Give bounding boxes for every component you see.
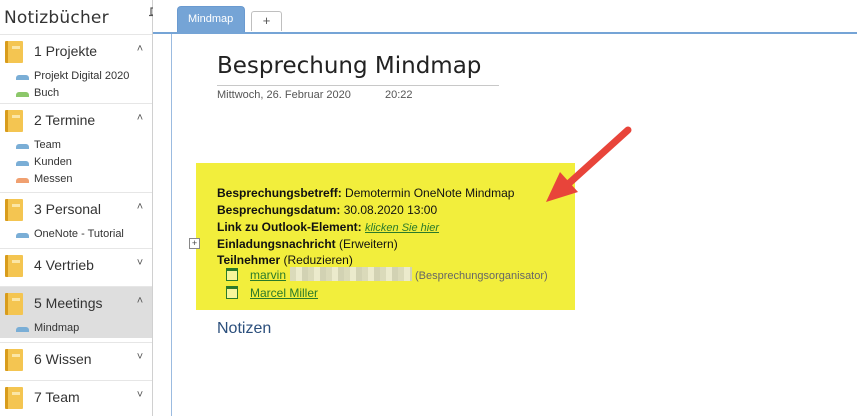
redacted-email — [290, 267, 412, 281]
chevron-up-icon[interactable]: ˄ — [134, 43, 146, 55]
section-tab-icon — [16, 161, 29, 166]
section-tab-icon — [16, 327, 29, 332]
section-tab-bar: Mindmap + — [153, 0, 857, 34]
meeting-subject-label: Besprechungsbetreff: — [217, 186, 342, 200]
notebook-termine[interactable]: 2 Termine ˄ — [0, 103, 152, 138]
chevron-down-icon[interactable]: ˅ — [134, 257, 146, 269]
meeting-participants-action[interactable]: (Reduzieren) — [283, 253, 352, 267]
meeting-invite-action[interactable]: (Erweitern) — [339, 237, 398, 251]
notebook-projekte[interactable]: 1 Projekte ˄ — [0, 34, 152, 69]
section-label: Projekt Digital 2020 — [34, 70, 130, 82]
section-label: Mindmap — [34, 322, 80, 334]
notes-heading[interactable]: Notizen — [217, 320, 271, 338]
notebook-icon — [5, 110, 23, 132]
expand-icon[interactable]: + — [189, 238, 200, 249]
chevron-up-icon[interactable]: ˄ — [134, 295, 146, 307]
sidebar-header: Notizbücher — [0, 0, 152, 34]
participant-name[interactable]: Marcel Miller — [250, 286, 318, 300]
notebook-icon — [5, 255, 23, 277]
notebook-group-personal: 3 Personal ˄ OneNote - Tutorial — [0, 192, 152, 244]
notebook-group-termine: 2 Termine ˄ Team Kunden Messen — [0, 103, 152, 189]
tab-mindmap[interactable]: Mindmap — [177, 6, 245, 32]
section-mindmap[interactable]: Mindmap — [0, 321, 152, 338]
notebook-icon — [5, 293, 23, 315]
page-date: Mittwoch, 26. Februar 2020 — [217, 89, 351, 101]
section-onenote-tutorial[interactable]: OneNote - Tutorial — [0, 227, 152, 244]
tab-label: Mindmap — [188, 13, 234, 25]
notebook-icon — [5, 349, 23, 371]
participant-role: (Besprechungsorganisator) — [415, 270, 548, 282]
notebook-vertrieb[interactable]: 4 Vertrieb ˅ — [0, 248, 152, 283]
meeting-date-line: Besprechungsdatum: 30.08.2020 13:00 — [217, 203, 437, 217]
chevron-down-icon[interactable]: ˅ — [134, 389, 146, 401]
page-title[interactable]: Besprechung Mindmap — [217, 53, 481, 79]
notebook-group-meetings: 5 Meetings ˄ Mindmap — [0, 286, 152, 338]
section-tab-icon — [16, 178, 29, 183]
chevron-up-icon[interactable]: ˄ — [134, 112, 146, 124]
section-team[interactable]: Team — [0, 138, 152, 155]
participant-name[interactable]: marvin — [250, 268, 286, 282]
meeting-date-label: Besprechungsdatum: — [217, 203, 341, 217]
notebook-group-vertrieb: 4 Vertrieb ˅ — [0, 248, 152, 283]
meeting-invite-line: Einladungsnachricht (Erweitern) — [217, 237, 398, 251]
chevron-down-icon[interactable]: ˅ — [134, 351, 146, 363]
section-projekt-digital[interactable]: Projekt Digital 2020 — [0, 69, 152, 86]
section-tab-icon — [16, 233, 29, 238]
section-tab-icon — [16, 92, 29, 97]
notebook-label: 2 Termine — [34, 112, 96, 128]
notebook-wissen[interactable]: 6 Wissen ˅ — [0, 342, 152, 377]
section-label: Kunden — [34, 156, 72, 168]
notebook-label: 1 Projekte — [34, 43, 98, 59]
notebook-personal[interactable]: 3 Personal ˄ — [0, 192, 152, 227]
sidebar-title: Notizbücher — [4, 8, 109, 28]
section-tab-icon — [16, 75, 29, 80]
section-messen[interactable]: Messen — [0, 172, 152, 189]
meeting-link-line: Link zu Outlook-Element: klicken Sie hie… — [217, 220, 439, 234]
notebook-group-projekte: 1 Projekte ˄ Projekt Digital 2020 Buch — [0, 34, 152, 103]
section-label: OneNote - Tutorial — [34, 228, 124, 240]
meeting-invite-label: Einladungsnachricht — [217, 237, 336, 251]
meeting-subject-value: Demotermin OneNote Mindmap — [345, 186, 515, 200]
section-label: Buch — [34, 87, 60, 99]
outlook-link[interactable]: klicken Sie hier — [365, 222, 439, 234]
meeting-date-value: 30.08.2020 13:00 — [343, 203, 438, 217]
tab-underline — [153, 32, 857, 34]
section-kunden[interactable]: Kunden — [0, 155, 152, 172]
notebook-label: 4 Vertrieb — [34, 257, 94, 273]
page-time: 20:22 — [385, 89, 413, 101]
notebook-label: 6 Wissen — [34, 351, 92, 367]
meeting-link-label: Link zu Outlook-Element: — [217, 220, 362, 234]
meeting-participants-line: Teilnehmer (Reduzieren) — [217, 253, 353, 267]
notebook-meetings[interactable]: 5 Meetings ˄ — [0, 286, 152, 321]
contact-icon — [226, 286, 238, 299]
section-buch[interactable]: Buch — [0, 86, 152, 103]
notebook-team[interactable]: 7 Team ˅ — [0, 380, 152, 415]
red-arrow-icon — [546, 126, 632, 202]
title-divider — [217, 85, 499, 86]
notebook-icon — [5, 41, 23, 63]
section-label: Team — [34, 139, 61, 151]
section-tab-icon — [16, 144, 29, 149]
notebook-label: 3 Personal — [34, 201, 101, 217]
notebook-group-wissen: 6 Wissen ˅ — [0, 342, 152, 377]
notebook-group-team: 7 Team ˅ — [0, 380, 152, 415]
chevron-up-icon[interactable]: ˄ — [134, 201, 146, 213]
section-label: Messen — [34, 173, 73, 185]
add-section-button[interactable]: + — [251, 11, 282, 31]
contact-icon — [226, 268, 238, 281]
meeting-subject-line: Besprechungsbetreff: Demotermin OneNote … — [217, 186, 514, 200]
meeting-participants-label: Teilnehmer — [217, 253, 281, 267]
notebook-label: 5 Meetings — [34, 295, 103, 311]
notebook-label: 7 Team — [34, 389, 80, 405]
notebook-icon — [5, 387, 23, 409]
page-border — [171, 34, 172, 416]
notebook-icon — [5, 199, 23, 221]
